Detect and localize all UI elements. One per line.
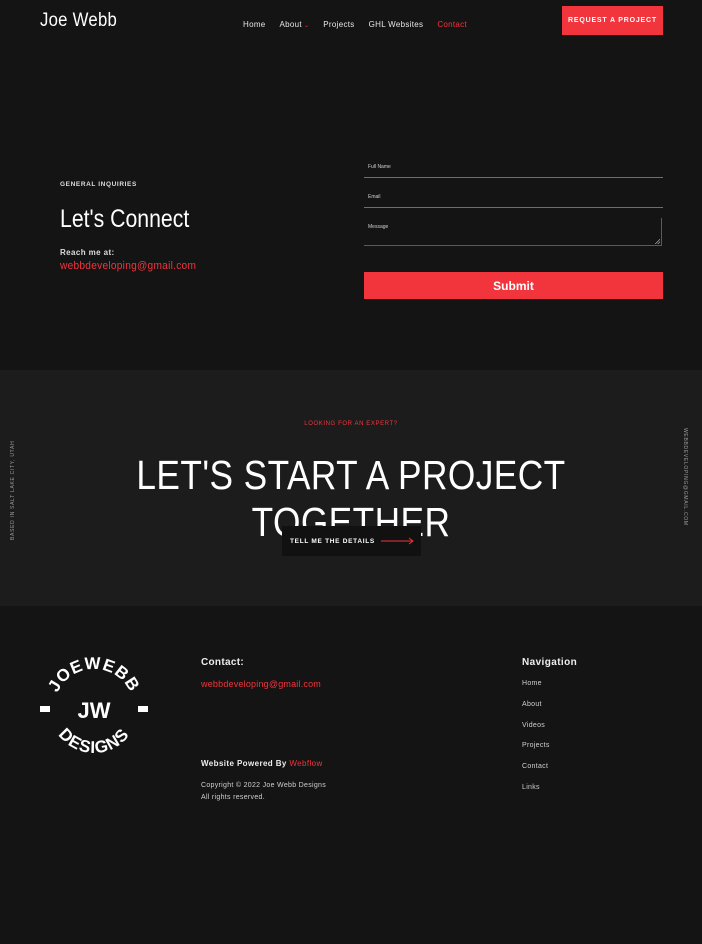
tell-details-label: TELL ME THE DETAILS xyxy=(290,537,375,545)
copyright: Copyright © 2022 Joe Webb Designs All ri… xyxy=(201,780,326,804)
copyright-line-1: Copyright © 2022 Joe Webb Designs xyxy=(201,782,327,789)
nav-ghl-websites[interactable]: GHL Websites xyxy=(369,20,424,29)
general-inquiries-eyebrow: GENERAL INQUIRIES xyxy=(60,181,137,188)
footer-nav-videos[interactable]: Videos xyxy=(522,722,550,743)
webflow-link[interactable]: Webflow xyxy=(289,759,322,768)
main-nav: Home About ⌄ Projects GHL Websites Contac… xyxy=(243,20,467,29)
copyright-line-2: All rights reserved. xyxy=(201,794,265,801)
footer-nav: Home About Videos Projects Contact Links xyxy=(522,680,550,805)
footer-nav-about[interactable]: About xyxy=(522,701,550,722)
nav-about[interactable]: About ⌄ xyxy=(280,20,310,29)
logo-ring-bottom: DESIGNS xyxy=(55,724,132,757)
submit-button[interactable]: Submit xyxy=(364,272,663,299)
resize-handle-icon[interactable] xyxy=(655,239,660,244)
footer-nav-heading: Navigation xyxy=(522,657,578,668)
full-name-field[interactable]: Full Name xyxy=(364,158,663,178)
nav-contact[interactable]: Contact xyxy=(437,20,467,29)
expert-eyebrow: LOOKING FOR AN EXPERT? xyxy=(304,421,398,427)
footer-nav-home[interactable]: Home xyxy=(522,680,550,701)
footer-contact-heading: Contact: xyxy=(201,657,244,668)
request-project-button[interactable]: REQUEST A PROJECT xyxy=(562,6,663,35)
footer-nav-links[interactable]: Links xyxy=(522,784,550,805)
footer-email-link[interactable]: webbdeveloping@gmail.com xyxy=(201,679,321,689)
contact-email-link[interactable]: webbdeveloping@gmail.com xyxy=(60,260,196,272)
contact-title: Let's Connect xyxy=(60,205,190,233)
logo-ring-top: JOEWEBB xyxy=(44,657,143,695)
jw-designs-logo: JOEWEBB DESIGNS JW xyxy=(40,657,148,757)
chevron-down-icon: ⌄ xyxy=(303,23,310,29)
logo-initials: JW xyxy=(78,698,111,723)
email-placeholder: Email xyxy=(368,194,381,200)
powered-by-label: Website Powered By xyxy=(201,759,287,768)
nav-about-label: About xyxy=(279,20,302,29)
powered-by: Website Powered By Webflow xyxy=(201,759,323,768)
svg-text:JOEWEBB: JOEWEBB xyxy=(44,657,144,695)
footer-nav-contact[interactable]: Contact xyxy=(522,763,550,784)
footer-nav-projects[interactable]: Projects xyxy=(522,742,550,763)
arrow-right-icon xyxy=(380,537,414,545)
full-name-placeholder: Full Name xyxy=(368,164,391,170)
nav-home[interactable]: Home xyxy=(243,20,266,29)
message-field[interactable]: Message xyxy=(364,218,662,246)
brand-logo-text[interactable]: Joe Webb xyxy=(40,10,117,32)
svg-text:DESIGNS: DESIGNS xyxy=(55,724,133,757)
tell-details-button[interactable]: TELL ME THE DETAILS xyxy=(282,526,421,556)
email-field[interactable]: Email xyxy=(364,188,663,208)
nav-projects[interactable]: Projects xyxy=(323,20,354,29)
reach-label: Reach me at: xyxy=(60,248,115,257)
message-placeholder: Message xyxy=(368,224,389,230)
